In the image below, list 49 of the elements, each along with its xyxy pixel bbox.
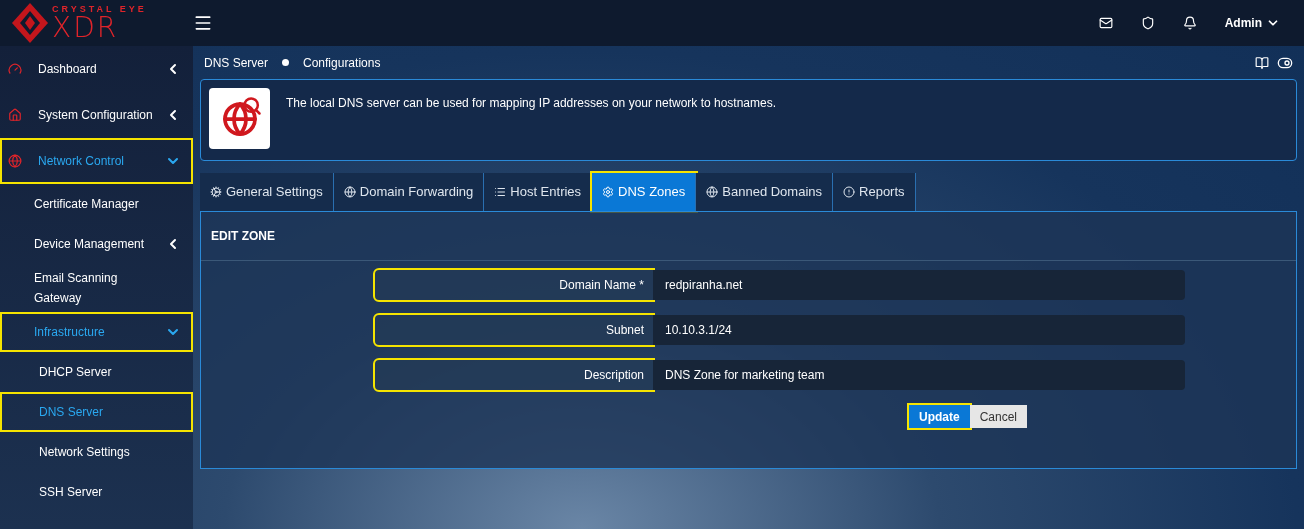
exclamation-icon xyxy=(843,186,856,198)
tab[interactable]: Banned Domains xyxy=(696,173,834,211)
tab[interactable]: Host Entries xyxy=(484,173,593,211)
tab[interactable]: Domain Forwarding xyxy=(333,173,485,211)
globe-icon xyxy=(8,154,22,168)
field-label: Domain Name * xyxy=(375,270,653,300)
sidebar-item[interactable]: DNS Server xyxy=(0,392,193,432)
sidebar-item[interactable]: Device Management xyxy=(0,224,193,264)
sidebar-item[interactable]: Network Control xyxy=(0,138,193,184)
logo-mark-icon xyxy=(12,3,48,43)
dns-search-icon xyxy=(209,88,270,149)
globe-icon xyxy=(343,186,356,198)
panel-title: EDIT ZONE xyxy=(211,228,275,245)
sidebar-item[interactable]: Network Settings xyxy=(0,432,193,472)
logo-tagline: CRYSTAL EYE xyxy=(52,4,147,14)
text-field[interactable]: redpiranha.net xyxy=(653,270,1185,300)
breadcrumb-separator-icon xyxy=(282,59,289,66)
update-button[interactable]: Update xyxy=(908,405,970,428)
breadcrumb-item[interactable]: DNS Server xyxy=(204,53,268,72)
gauge-icon xyxy=(8,62,22,76)
text-field[interactable]: DNS Zone for marketing team xyxy=(653,360,1185,390)
sidebar-item[interactable]: Infrastructure xyxy=(0,312,193,352)
sidebar-item[interactable]: Certificate Manager xyxy=(0,184,193,224)
list-icon xyxy=(494,186,507,198)
home-icon xyxy=(8,108,22,122)
sidebar-item[interactable]: System Configuration xyxy=(0,92,193,138)
mail-icon[interactable] xyxy=(1098,16,1113,30)
gears-icon xyxy=(210,186,222,198)
user-menu-button[interactable]: Admin xyxy=(1224,14,1280,32)
book-icon[interactable] xyxy=(1255,55,1269,70)
tab[interactable]: Reports xyxy=(833,173,916,211)
globe-icon xyxy=(706,186,719,198)
sidebar-item[interactable]: Dashboard xyxy=(0,46,193,92)
menu-icon[interactable] xyxy=(193,13,213,33)
field-label: Subnet xyxy=(375,315,653,345)
cancel-button[interactable]: Cancel xyxy=(969,405,1027,428)
tab[interactable]: General Settings xyxy=(200,173,334,211)
sidebar-item[interactable]: Email Scanning Gateway xyxy=(0,264,193,312)
sidebar-item[interactable]: DHCP Server xyxy=(0,352,193,392)
gear-icon xyxy=(602,186,615,198)
bell-icon[interactable] xyxy=(1182,16,1197,30)
info-text: The local DNS server can be used for mapping IP addresses on your network to hostnames. xyxy=(286,95,777,112)
sidebar-item[interactable]: SSH Server xyxy=(0,472,193,512)
breadcrumb-item: Configurations xyxy=(303,54,381,72)
tab[interactable]: DNS Zones xyxy=(592,173,697,211)
field-label: Description xyxy=(375,360,653,390)
logo-text: XDR xyxy=(52,13,120,42)
shield-icon[interactable] xyxy=(1140,16,1155,30)
text-field[interactable]: 10.10.3.1/24 xyxy=(653,315,1185,345)
